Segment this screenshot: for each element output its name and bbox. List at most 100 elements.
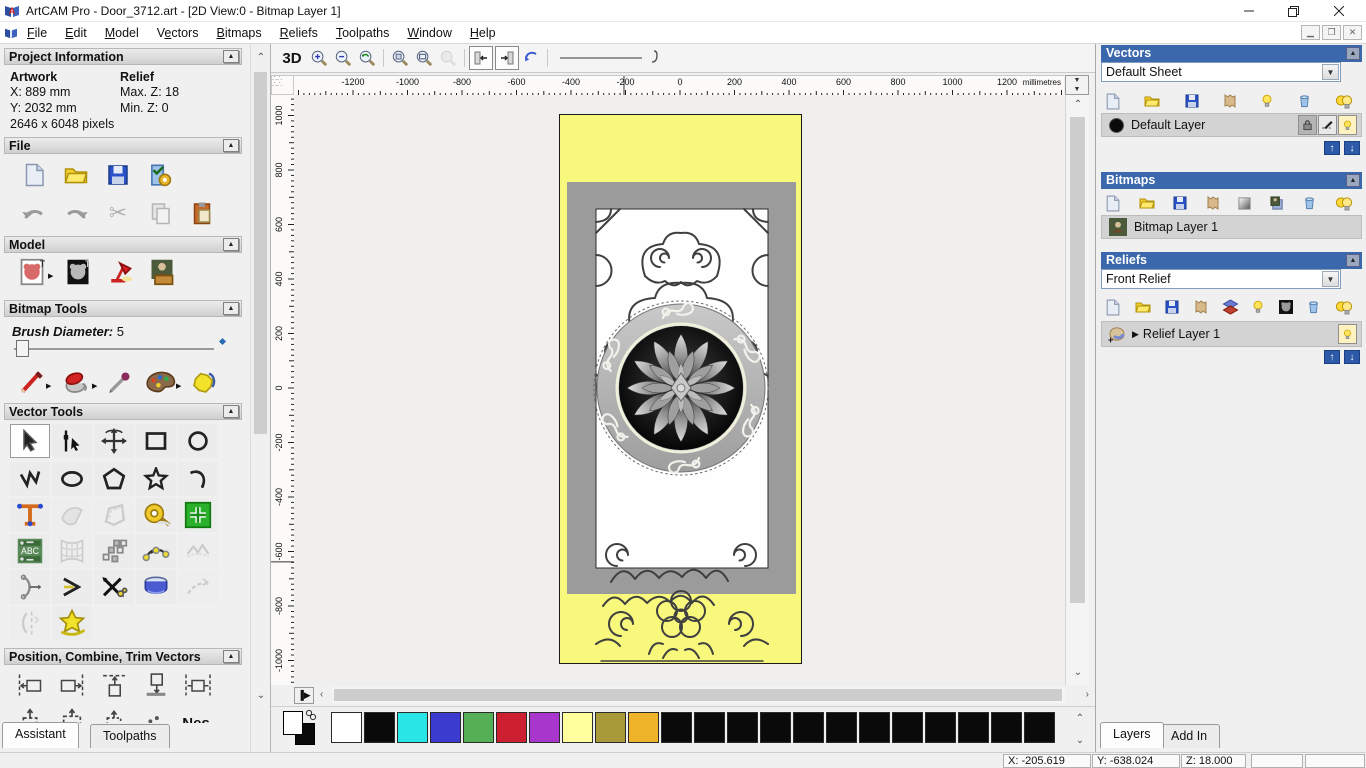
- zoom-1to1-button[interactable]: [388, 46, 412, 70]
- view-3d-button[interactable]: 3D: [277, 46, 307, 70]
- open-relief-button[interactable]: [1134, 299, 1152, 315]
- assistant-scrollbar-thumb[interactable]: [254, 72, 267, 434]
- move-layer-up-button[interactable]: ↑: [1324, 141, 1340, 155]
- align-left-tool[interactable]: [10, 668, 50, 702]
- create-text-tool[interactable]: [10, 498, 50, 532]
- expand-arrow-icon[interactable]: ▶: [1132, 329, 1139, 340]
- paste-button[interactable]: [182, 196, 222, 230]
- zoom-to-selection-button[interactable]: [436, 46, 460, 70]
- snap-layer-button[interactable]: [1318, 115, 1337, 135]
- toggle-visibility-button[interactable]: [1260, 93, 1274, 109]
- lock-layer-button[interactable]: [1298, 115, 1317, 135]
- create-circle-tool[interactable]: [178, 424, 218, 458]
- adjust-model-button[interactable]: T: [58, 255, 98, 289]
- palette-swatch-4[interactable]: [463, 712, 494, 743]
- transform-vectors-tool[interactable]: [94, 424, 134, 458]
- new-relief-layer-button[interactable]: [1104, 299, 1121, 316]
- menu-toolpaths[interactable]: Toolpaths: [327, 24, 399, 42]
- vector-layer-row[interactable]: Default Layer: [1101, 113, 1362, 137]
- text-block-tool[interactable]: ABC: [10, 534, 50, 568]
- bitmap-image-button[interactable]: [1269, 195, 1286, 211]
- scroll-left-icon[interactable]: ‹: [320, 689, 323, 700]
- delete-relief-button[interactable]: [1306, 299, 1321, 315]
- collapse-button[interactable]: ▲: [1346, 47, 1360, 60]
- canvas-hscrollbar[interactable]: ▐▶ ‹ ›: [294, 687, 1089, 704]
- new-vector-layer-button[interactable]: [1104, 93, 1121, 110]
- cut-button[interactable]: ✂: [98, 196, 138, 230]
- palette-swatch-20[interactable]: [991, 712, 1022, 743]
- paste-relief-tool[interactable]: [178, 498, 218, 532]
- center-in-page-tool[interactable]: [10, 706, 50, 723]
- move-layer-down-button[interactable]: ↓: [1344, 141, 1360, 155]
- layer-visibility-button[interactable]: [1338, 115, 1357, 135]
- canvas-vscrollbar-thumb[interactable]: [1070, 117, 1085, 603]
- relief-preview-button[interactable]: [1278, 299, 1294, 315]
- collapse-button[interactable]: ▲: [223, 50, 239, 63]
- zoom-previous-button[interactable]: [355, 46, 379, 70]
- new-model-button[interactable]: [14, 158, 54, 192]
- all-reliefs-visible-button[interactable]: [1334, 299, 1354, 316]
- palette-swatch-13[interactable]: [760, 712, 791, 743]
- menu-help[interactable]: Help: [461, 24, 505, 42]
- save-relief-button[interactable]: [1164, 299, 1180, 315]
- align-top-tool[interactable]: [94, 668, 134, 702]
- palette-scroll-down-icon[interactable]: ⌄: [1071, 735, 1089, 746]
- collapse-button[interactable]: ▲: [223, 405, 239, 418]
- minimize-button[interactable]: [1232, 0, 1266, 22]
- all-bitmaps-visible-button[interactable]: [1334, 195, 1354, 212]
- delete-bitmap-button[interactable]: [1302, 195, 1317, 211]
- center-in-page-2-tool[interactable]: [52, 706, 92, 723]
- scroll-down-icon[interactable]: ⌄: [1066, 667, 1090, 678]
- undo-button[interactable]: [14, 196, 54, 230]
- offset-vectors-tool[interactable]: [94, 498, 134, 532]
- measure-tool[interactable]: [136, 498, 176, 532]
- flyout-arrow-icon[interactable]: ▶: [48, 272, 53, 280]
- redo-button[interactable]: [56, 196, 96, 230]
- dropdown-arrow-icon[interactable]: ▼: [1322, 64, 1339, 80]
- palette-swatch-7[interactable]: [562, 712, 593, 743]
- copy-button[interactable]: [140, 196, 180, 230]
- door-artwork[interactable]: [559, 114, 802, 664]
- tab-add-in[interactable]: Add In: [1158, 724, 1221, 748]
- create-ellipse-tool[interactable]: [52, 462, 92, 496]
- all-layers-visible-button[interactable]: [1334, 93, 1354, 110]
- collapse-button[interactable]: ▲: [1346, 254, 1360, 267]
- open-vectors-button[interactable]: [1143, 93, 1161, 109]
- node-editing-tool[interactable]: [52, 424, 92, 458]
- zoom-out-button[interactable]: [331, 46, 355, 70]
- ruler-origin-button[interactable]: ∴∴ ∴∴: [271, 75, 294, 95]
- stack-reliefs-button[interactable]: [1221, 299, 1239, 315]
- relief-layer-row[interactable]: + ▶ Relief Layer 1: [1101, 321, 1362, 347]
- pan-view-button[interactable]: [519, 46, 543, 70]
- tab-layers[interactable]: Layers: [1100, 722, 1164, 748]
- merge-reliefs-button[interactable]: [1193, 299, 1209, 315]
- collapse-button[interactable]: ▲: [223, 139, 239, 152]
- palette-swatch-19[interactable]: [958, 712, 989, 743]
- tab-toolpaths[interactable]: Toolpaths: [90, 724, 170, 748]
- assistant-scrollbar[interactable]: ⌃ ⌄: [250, 44, 270, 752]
- ruler-options-button[interactable]: ▼ ▼: [1065, 75, 1089, 95]
- relief-visibility-button[interactable]: [1251, 299, 1265, 315]
- move-to-position-tool[interactable]: [94, 706, 134, 723]
- pick-colour-button[interactable]: [100, 365, 140, 399]
- create-rectangle-tool[interactable]: [136, 424, 176, 458]
- scroll-down-icon[interactable]: ⌄: [251, 690, 271, 701]
- open-bitmap-button[interactable]: [1138, 195, 1156, 211]
- collapse-button[interactable]: ▲: [223, 302, 239, 315]
- menu-edit[interactable]: Edit: [56, 24, 96, 42]
- select-vectors-tool[interactable]: [10, 424, 50, 458]
- menu-vectors[interactable]: Vectors: [148, 24, 208, 42]
- create-polygon-tool[interactable]: [94, 462, 134, 496]
- fit-polyline-tool[interactable]: [178, 534, 218, 568]
- link-colours-icon[interactable]: [305, 709, 317, 721]
- palette-swatch-11[interactable]: [694, 712, 725, 743]
- layer-colour-swatch[interactable]: [1109, 117, 1124, 133]
- lighting-button[interactable]: [100, 255, 140, 289]
- palette-swatch-21[interactable]: [1024, 712, 1055, 743]
- create-polyline-tool[interactable]: [10, 462, 50, 496]
- model-properties-button[interactable]: [140, 158, 180, 192]
- snap-right-button[interactable]: [495, 46, 519, 70]
- greyscale-button[interactable]: [1237, 196, 1252, 211]
- brush-slider-thumb[interactable]: [16, 340, 29, 357]
- palette-swatch-0[interactable]: [331, 712, 362, 743]
